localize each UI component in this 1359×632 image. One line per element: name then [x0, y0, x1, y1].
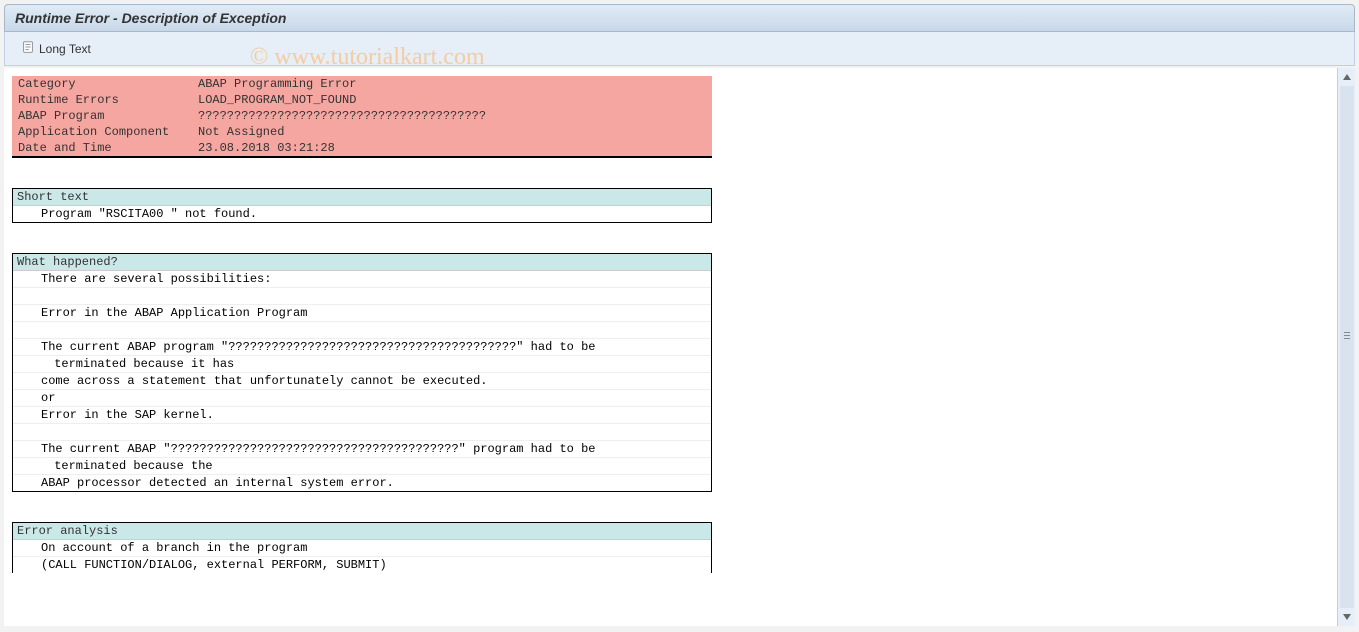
summary-row: CategoryABAP Programming Error — [12, 76, 712, 92]
text-line: Error in the ABAP Application Program — [13, 305, 711, 322]
text-line: (CALL FUNCTION/DIALOG, external PERFORM,… — [13, 557, 711, 573]
short-text-body: Program "RSCITA00 " not found. — [13, 206, 711, 222]
text-line: terminated because the — [13, 458, 711, 475]
page-title: Runtime Error - Description of Exception — [15, 10, 286, 26]
scroll-track[interactable] — [1340, 86, 1354, 608]
title-bar: Runtime Error - Description of Exception — [4, 4, 1355, 32]
short-text-header: Short text — [13, 189, 711, 206]
summary-value: LOAD_PROGRAM_NOT_FOUND — [192, 92, 712, 108]
scroll-down-arrow[interactable] — [1340, 610, 1354, 624]
text-line: or — [13, 390, 711, 407]
what-happened-section: What happened? There are several possibi… — [12, 253, 712, 492]
vertical-scrollbar[interactable] — [1337, 68, 1355, 626]
scroll-grip-icon[interactable] — [1342, 321, 1352, 351]
summary-value: ???????????????????????????????????????? — [192, 108, 712, 124]
error-analysis-body: On account of a branch in the program(CA… — [13, 540, 711, 573]
text-line — [13, 322, 711, 339]
summary-label: Category — [12, 76, 192, 92]
what-happened-body: There are several possibilities: Error i… — [13, 271, 711, 491]
summary-value: ABAP Programming Error — [192, 76, 712, 92]
content-area: CategoryABAP Programming ErrorRuntime Er… — [4, 68, 1355, 626]
long-text-label: Long Text — [39, 42, 91, 56]
error-analysis-header: Error analysis — [13, 523, 711, 540]
summary-label: Application Component — [12, 124, 192, 140]
summary-value: Not Assigned — [192, 124, 712, 140]
text-line: come across a statement that unfortunate… — [13, 373, 711, 390]
summary-label: Date and Time — [12, 140, 192, 157]
what-happened-header: What happened? — [13, 254, 711, 271]
text-line: terminated because it has — [13, 356, 711, 373]
scroll-up-arrow[interactable] — [1340, 70, 1354, 84]
summary-row: Date and Time23.08.2018 03:21:28 — [12, 140, 712, 157]
text-line: On account of a branch in the program — [13, 540, 711, 557]
document-icon — [21, 40, 35, 57]
summary-row: ABAP Program????????????????????????????… — [12, 108, 712, 124]
text-line: The current ABAP "??????????????????????… — [13, 441, 711, 458]
short-text-section: Short text Program "RSCITA00 " not found… — [12, 188, 712, 223]
long-text-button[interactable]: Long Text — [15, 38, 97, 59]
main-content: CategoryABAP Programming ErrorRuntime Er… — [4, 68, 1337, 626]
text-line: Error in the SAP kernel. — [13, 407, 711, 424]
toolbar: Long Text — [4, 32, 1355, 66]
text-line: There are several possibilities: — [13, 271, 711, 288]
error-analysis-section: Error analysis On account of a branch in… — [12, 522, 712, 573]
text-line: The current ABAP program "??????????????… — [13, 339, 711, 356]
summary-row: Application ComponentNot Assigned — [12, 124, 712, 140]
text-line: Program "RSCITA00 " not found. — [13, 206, 711, 222]
summary-row: Runtime ErrorsLOAD_PROGRAM_NOT_FOUND — [12, 92, 712, 108]
text-line — [13, 424, 711, 441]
text-line — [13, 288, 711, 305]
summary-value: 23.08.2018 03:21:28 — [192, 140, 712, 157]
summary-table: CategoryABAP Programming ErrorRuntime Er… — [12, 76, 712, 158]
summary-label: ABAP Program — [12, 108, 192, 124]
text-line: ABAP processor detected an internal syst… — [13, 475, 711, 491]
summary-label: Runtime Errors — [12, 92, 192, 108]
